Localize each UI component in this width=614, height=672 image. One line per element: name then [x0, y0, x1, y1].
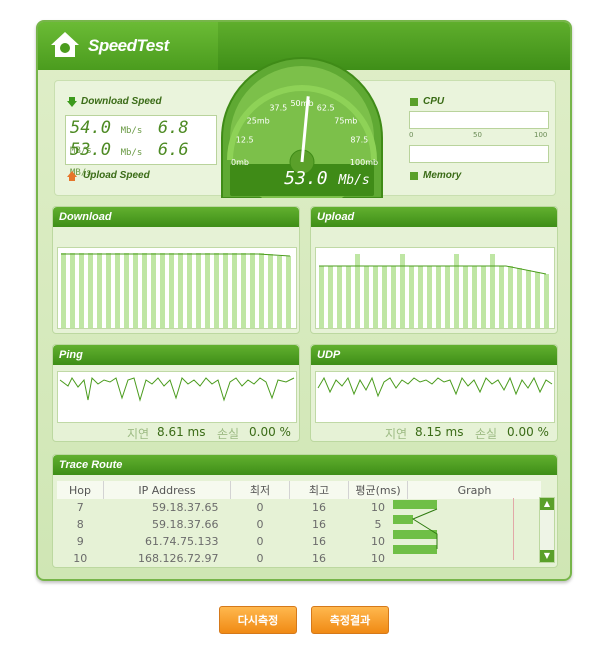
gauge-tick-label: 25mb — [247, 116, 270, 125]
trace-scrollbar[interactable]: ▲ ▼ — [539, 497, 555, 563]
results-button[interactable]: 측정결과 — [311, 606, 389, 634]
trace-ip: 59.18.37.66 — [152, 518, 219, 531]
col-hop: Hop — [57, 481, 104, 499]
download-mbps-unit: Mb/s — [120, 126, 143, 136]
col-avg: 평균(ms) — [348, 481, 408, 499]
ping-delay-value: 8.61 ms — [157, 425, 206, 439]
trace-hop: 10 — [73, 552, 88, 565]
trace-row: 8 59.18.37.66 0 16 5 — [57, 516, 541, 533]
trace-hop: 7 — [76, 501, 84, 514]
trace-ip: 168.126.72.97 — [138, 552, 219, 565]
trace-route-panel: Trace Route Hop IP Address 최저 최고 평균(ms) … — [52, 454, 558, 568]
memory-icon — [410, 172, 418, 180]
trace-hop: 8 — [76, 518, 84, 531]
download-panel-title: Download — [53, 207, 299, 227]
cpu-icon — [410, 98, 418, 106]
app-title: SpeedTest — [88, 36, 169, 55]
col-max: 최고 — [289, 481, 349, 499]
memory-bar — [409, 145, 549, 163]
gauge-tick-label: 100mb — [350, 158, 378, 167]
trace-min: 0 — [256, 501, 264, 514]
ping-panel-title: Ping — [53, 345, 299, 365]
upload-arrow-icon — [67, 171, 77, 181]
col-min: 최저 — [230, 481, 290, 499]
trace-ip: 59.18.37.65 — [152, 501, 219, 514]
retest-button[interactable]: 다시측정 — [219, 606, 297, 634]
trace-row: 9 61.74.75.133 0 16 10 — [57, 533, 541, 550]
trace-graph — [393, 500, 438, 554]
udp-delay-label: 지연 — [385, 427, 408, 441]
udp-delay-value: 8.15 ms — [415, 425, 464, 439]
download-panel: Download — [52, 206, 300, 334]
udp-graph — [315, 371, 555, 423]
trace-max: 16 — [312, 535, 326, 548]
header-tab: SpeedTest — [38, 22, 218, 70]
gauge-tick-label: 12.5 — [236, 136, 254, 145]
trace-row: 7 59.18.37.65 0 16 10 — [57, 499, 541, 516]
trace-row: 10 168.126.72.97 0 16 10 — [57, 550, 541, 567]
house-logo-icon — [51, 32, 79, 57]
gauge-value: 53.0 — [284, 168, 328, 189]
udp-panel: UDP 지연 8.15 ms 손실 0.00 % — [310, 344, 558, 442]
trace-header-row: Hop IP Address 최저 최고 평균(ms) Graph — [57, 481, 541, 499]
gauge-tick-label: 75mb — [334, 116, 357, 125]
trace-table: Hop IP Address 최저 최고 평균(ms) Graph 7 59.18… — [57, 481, 541, 567]
download-mbps: 54.0 — [70, 118, 111, 138]
upload-mbps: 53.0 — [70, 140, 111, 160]
upload-panel: Upload — [310, 206, 558, 334]
download-speed-label: Download Speed — [81, 96, 162, 107]
ping-delay-label: 지연 — [127, 427, 150, 441]
download-MBps: 6.8 — [157, 118, 189, 138]
trace-min: 0 — [256, 518, 264, 531]
trace-hop: 9 — [76, 535, 84, 548]
udp-loss-value: 0.00 % — [507, 425, 549, 439]
ping-loss-value: 0.00 % — [249, 425, 291, 439]
scale-min: 0 — [409, 131, 414, 139]
gauge-unit: Mb/s — [338, 173, 370, 188]
gauge-tick-label: 87.5 — [350, 136, 368, 145]
scroll-up-icon[interactable]: ▲ — [540, 498, 554, 510]
trace-ip: 61.74.75.133 — [145, 535, 219, 548]
memory-label: Memory — [423, 170, 462, 181]
udp-loss-label: 손실 — [475, 427, 498, 441]
trace-max: 16 — [312, 552, 326, 565]
ping-loss-label: 손실 — [217, 427, 240, 441]
trace-min: 0 — [256, 535, 264, 548]
trace-max: 16 — [312, 501, 326, 514]
speedtest-window: SpeedTest Download Speed 54.0 Mb/s 6.8 M… — [36, 20, 572, 581]
trace-min: 0 — [256, 552, 264, 565]
download-arrow-icon — [67, 97, 77, 107]
gauge-tick-label: 0mb — [231, 158, 249, 167]
cpu-bar — [409, 111, 549, 129]
gauge-readout: 53.0 Mb/s — [262, 168, 392, 189]
speed-readout: 54.0 Mb/s 6.8 MB/s 53.0 Mb/s 6.6 MB/s — [65, 115, 217, 178]
gauge-tick-label: 62.5 — [317, 104, 335, 113]
trace-graph-marker — [513, 498, 514, 560]
upload-speed-label: Upload Speed — [83, 170, 150, 181]
upload-panel-title: Upload — [311, 207, 557, 227]
gauge-tick-label: 50mb — [290, 99, 313, 108]
scroll-down-icon[interactable]: ▼ — [540, 550, 554, 562]
scale-mid: 50 — [473, 131, 482, 139]
udp-panel-title: UDP — [311, 345, 557, 365]
upload-graph — [315, 247, 555, 329]
ping-graph — [57, 371, 297, 423]
scale-max: 100 — [534, 131, 548, 139]
trace-route-title: Trace Route — [53, 455, 557, 475]
ping-panel: Ping 지연 8.61 ms 손실 0.00 % — [52, 344, 300, 442]
trace-max: 16 — [312, 518, 326, 531]
upload-MBps: 6.6 — [157, 140, 189, 160]
col-graph: Graph — [407, 481, 541, 499]
download-graph — [57, 247, 297, 329]
col-ip: IP Address — [103, 481, 231, 499]
cpu-label: CPU — [423, 96, 445, 107]
upload-mbps-unit: Mb/s — [120, 148, 143, 158]
gauge-tick-label: 37.5 — [269, 104, 287, 113]
